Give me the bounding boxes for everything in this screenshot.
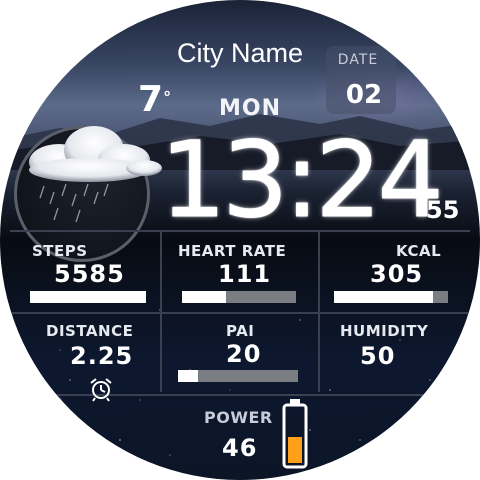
steps-progress-fill xyxy=(30,291,146,303)
humidity-value: 50 xyxy=(360,342,396,370)
rain-cloud-icon xyxy=(29,126,162,223)
steps-value: 5585 xyxy=(54,260,125,288)
date-day: 02 xyxy=(345,80,383,110)
heart-rate-value: 111 xyxy=(218,260,272,288)
heart-rate-progress-fill xyxy=(182,291,227,303)
heart-rate-progress-bar xyxy=(182,291,296,303)
pai-progress-fill xyxy=(178,370,199,382)
time-hours-minutes: 13:24 xyxy=(160,119,445,241)
humidity-label: HUMIDITY xyxy=(340,322,429,340)
temperature: 7° xyxy=(138,80,171,120)
kcal-progress-bar xyxy=(334,291,448,303)
temperature-value: 7 xyxy=(138,79,164,120)
kcal-value: 305 xyxy=(370,260,424,288)
pai-label: PAI xyxy=(226,322,255,340)
divider-middle xyxy=(10,312,470,314)
power-label: POWER xyxy=(204,408,273,427)
pai-progress-bar xyxy=(178,370,298,382)
kcal-label: KCAL xyxy=(396,242,442,260)
divider-top xyxy=(10,230,470,232)
time-seconds: 55 xyxy=(426,196,460,224)
steps-label: STEPS xyxy=(32,242,88,260)
distance-label: DISTANCE xyxy=(46,322,134,340)
pai-value: 20 xyxy=(226,340,262,368)
divider-v1 xyxy=(160,232,162,392)
watch-face: City Name 7° MON DATE 02 13:24 55 STEPS … xyxy=(0,0,480,480)
heart-rate-label: HEART RATE xyxy=(178,242,287,260)
divider-v2 xyxy=(318,232,320,392)
battery-level-fill xyxy=(288,437,302,463)
power-value: 46 xyxy=(222,434,258,462)
weekday: MON xyxy=(218,96,281,121)
date-label: DATE xyxy=(337,52,379,68)
distance-value: 2.25 xyxy=(70,342,134,370)
city-name: City Name xyxy=(176,38,304,68)
degree-symbol: ° xyxy=(163,88,172,107)
battery-icon xyxy=(282,399,308,469)
steps-progress-bar xyxy=(30,291,146,303)
kcal-progress-fill xyxy=(334,291,434,303)
alarm-clock-icon[interactable] xyxy=(88,376,114,402)
